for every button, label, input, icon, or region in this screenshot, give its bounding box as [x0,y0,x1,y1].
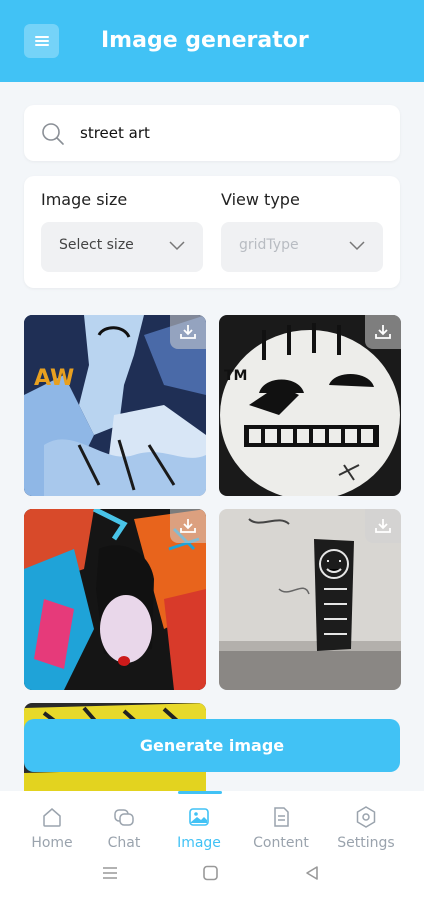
gallery-image-4[interactable] [219,509,401,690]
view-type-label: View type [221,190,300,209]
gallery-image-2[interactable]: TM [219,315,401,496]
document-icon [274,807,289,827]
hamburger-menu-icon [34,36,49,46]
image-size-label: Image size [41,190,128,209]
nav-item-chat[interactable]: Chat [89,805,159,851]
nav-item-settings[interactable]: Settings [331,805,401,851]
nav-item-image[interactable]: Image [164,805,234,851]
download-icon [375,519,391,533]
nav-item-content[interactable]: Content [246,805,316,851]
search-input[interactable] [80,117,380,149]
image-size-select-value: Select size [59,237,134,253]
nav-label-content: Content [253,835,309,851]
options-panel: Image size View type Select size gridTyp… [24,176,400,288]
search-bar [24,105,400,161]
search-icon [42,123,64,145]
chat-icon [114,809,134,826]
nav-label-image: Image [177,835,221,851]
image-size-select[interactable]: Select size [41,222,203,272]
download-button[interactable] [170,315,206,349]
image-icon [189,808,209,826]
nav-label-settings: Settings [337,835,395,851]
menu-button[interactable] [24,24,59,58]
download-button[interactable] [170,509,206,543]
gallery-image-1[interactable]: AW [24,315,206,496]
chevron-down-icon [169,241,185,251]
download-icon [180,325,196,339]
download-button[interactable] [365,315,401,349]
view-type-select[interactable]: gridType [221,222,383,272]
active-tab-indicator [178,791,222,794]
download-icon [180,519,196,533]
nav-label-home: Home [31,835,73,851]
bottom-navigation: Home Chat Image Content Settings [0,791,424,900]
recent-apps-icon[interactable] [101,865,119,881]
download-icon [375,325,391,339]
svg-text:TM: TM [224,368,247,384]
home-icon [43,808,61,827]
settings-icon [356,806,376,828]
gallery-image-3[interactable] [24,509,206,690]
home-system-icon[interactable] [202,865,220,881]
back-icon[interactable] [303,865,321,881]
nav-item-home[interactable]: Home [17,805,87,851]
app-header: Image generator [0,0,424,82]
svg-text:AW: AW [34,366,74,391]
download-button[interactable] [365,509,401,543]
nav-label-chat: Chat [107,835,141,851]
chevron-down-icon [349,241,365,251]
page-title: Image generator [101,28,309,53]
generate-image-button[interactable]: Generate image [24,719,400,772]
view-type-select-value: gridType [239,237,299,253]
